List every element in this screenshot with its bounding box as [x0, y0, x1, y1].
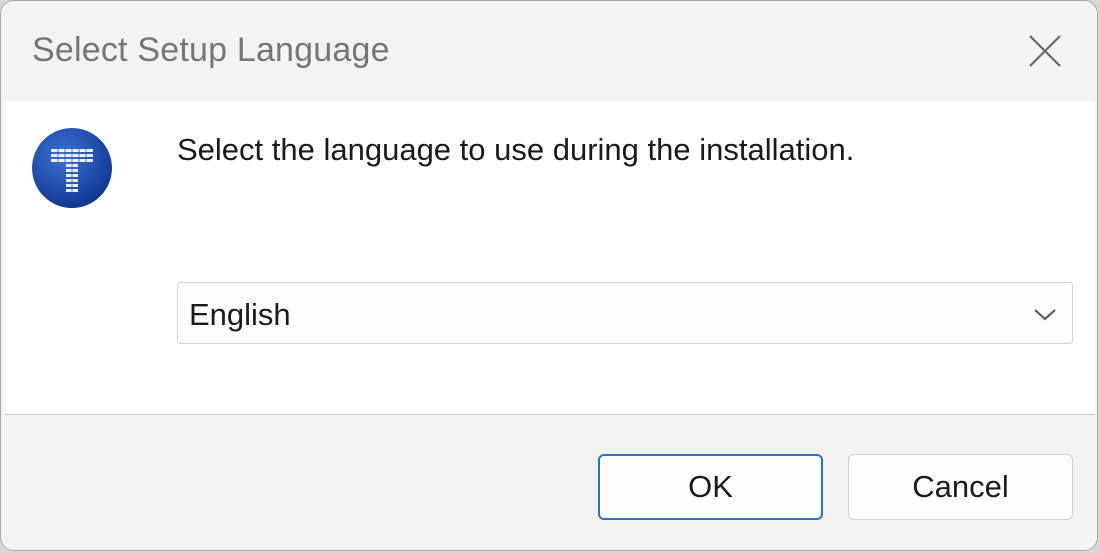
chevron-down-icon	[1034, 309, 1056, 321]
close-icon	[1029, 35, 1061, 67]
ok-button[interactable]: OK	[598, 454, 823, 520]
close-button[interactable]	[1015, 21, 1075, 81]
instruction-text: Select the language to use during the in…	[177, 132, 855, 167]
dialog-body: Select the language to use during the in…	[5, 101, 1095, 414]
language-select-value: English	[189, 297, 291, 332]
cancel-button[interactable]: Cancel	[848, 454, 1073, 520]
app-logo-icon	[32, 128, 112, 208]
window-title: Select Setup Language	[32, 31, 390, 69]
language-select[interactable]: English	[177, 282, 1073, 344]
setup-language-dialog: Select Setup Language Select the languag…	[0, 0, 1098, 551]
title-bar[interactable]: Select Setup Language	[1, 1, 1097, 101]
dialog-footer: OK Cancel	[1, 415, 1097, 550]
